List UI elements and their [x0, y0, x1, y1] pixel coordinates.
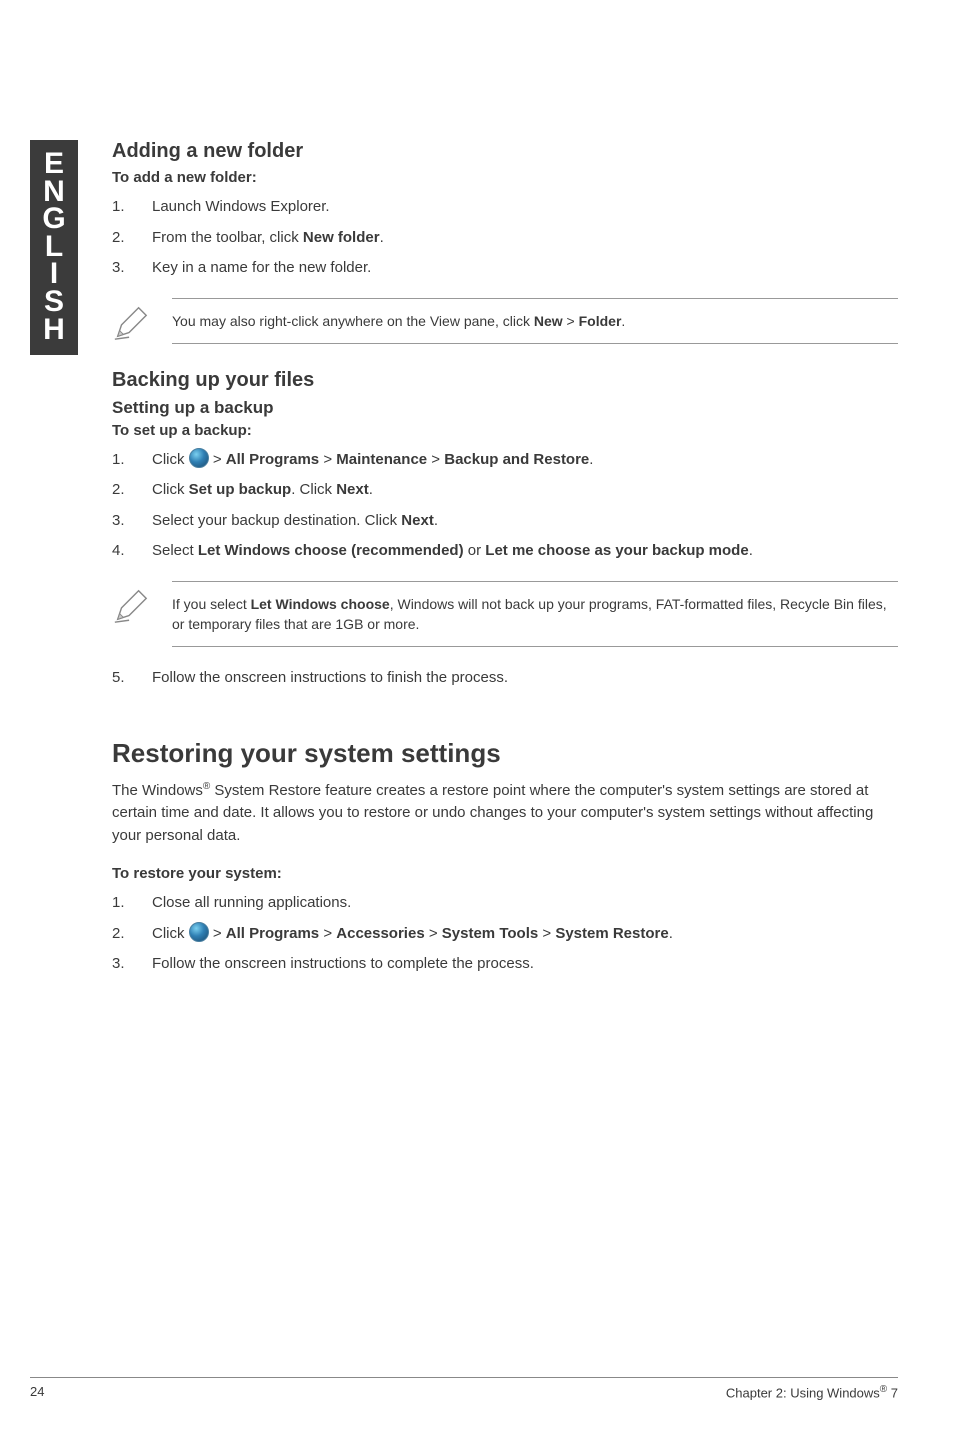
language-tab: ENGLISH	[30, 140, 78, 355]
subhead-to-add-folder: To add a new folder:	[112, 169, 898, 186]
paragraph-restore-intro: The Windows® System Restore feature crea…	[112, 779, 898, 848]
step-text: Launch Windows Explorer.	[152, 196, 898, 219]
step-text: Click Set up backup. Click Next.	[152, 479, 898, 502]
page-number: 24	[30, 1384, 44, 1400]
pencil-icon	[112, 581, 160, 630]
note-text: If you select Let Windows choose, Window…	[172, 581, 898, 648]
step-text: From the toolbar, click New folder.	[152, 227, 898, 250]
note-box: You may also right-click anywhere on the…	[112, 298, 898, 347]
heading-setting-up-backup: Setting up a backup	[112, 398, 898, 418]
pencil-icon	[112, 298, 160, 347]
heading-restoring: Restoring your system settings	[112, 738, 898, 769]
note-text: You may also right-click anywhere on the…	[172, 298, 898, 344]
chapter-label: Chapter 2: Using Windows® 7	[726, 1384, 898, 1400]
steps-backup-continued: 5.Follow the onscreen instructions to fi…	[112, 667, 898, 690]
note-box: If you select Let Windows choose, Window…	[112, 581, 898, 648]
step-text: Follow the onscreen instructions to fini…	[152, 667, 898, 690]
step-text: Follow the onscreen instructions to comp…	[152, 953, 898, 976]
step-text: Select Let Windows choose (recommended) …	[152, 540, 898, 563]
steps-add-folder: 1.Launch Windows Explorer. 2.From the to…	[112, 196, 898, 280]
step-text: Click > All Programs > Accessories > Sys…	[152, 923, 898, 946]
step-text: Click > All Programs > Maintenance > Bac…	[152, 449, 898, 472]
heading-adding-folder: Adding a new folder	[112, 140, 898, 163]
heading-backing-up: Backing up your files	[112, 369, 898, 392]
step-text: Select your backup destination. Click Ne…	[152, 510, 898, 533]
windows-start-icon	[189, 448, 209, 468]
steps-backup: 1. Click > All Programs > Maintenance > …	[112, 449, 898, 563]
page-footer: 24 Chapter 2: Using Windows® 7	[30, 1377, 898, 1400]
step-text: Key in a name for the new folder.	[152, 257, 898, 280]
step-text: Close all running applications.	[152, 892, 898, 915]
subhead-to-restore: To restore your system:	[112, 865, 898, 882]
subhead-to-set-up-backup: To set up a backup:	[112, 422, 898, 439]
page-content: Adding a new folder To add a new folder:…	[112, 140, 898, 994]
steps-restore: 1.Close all running applications. 2. Cli…	[112, 892, 898, 976]
windows-start-icon	[189, 922, 209, 942]
